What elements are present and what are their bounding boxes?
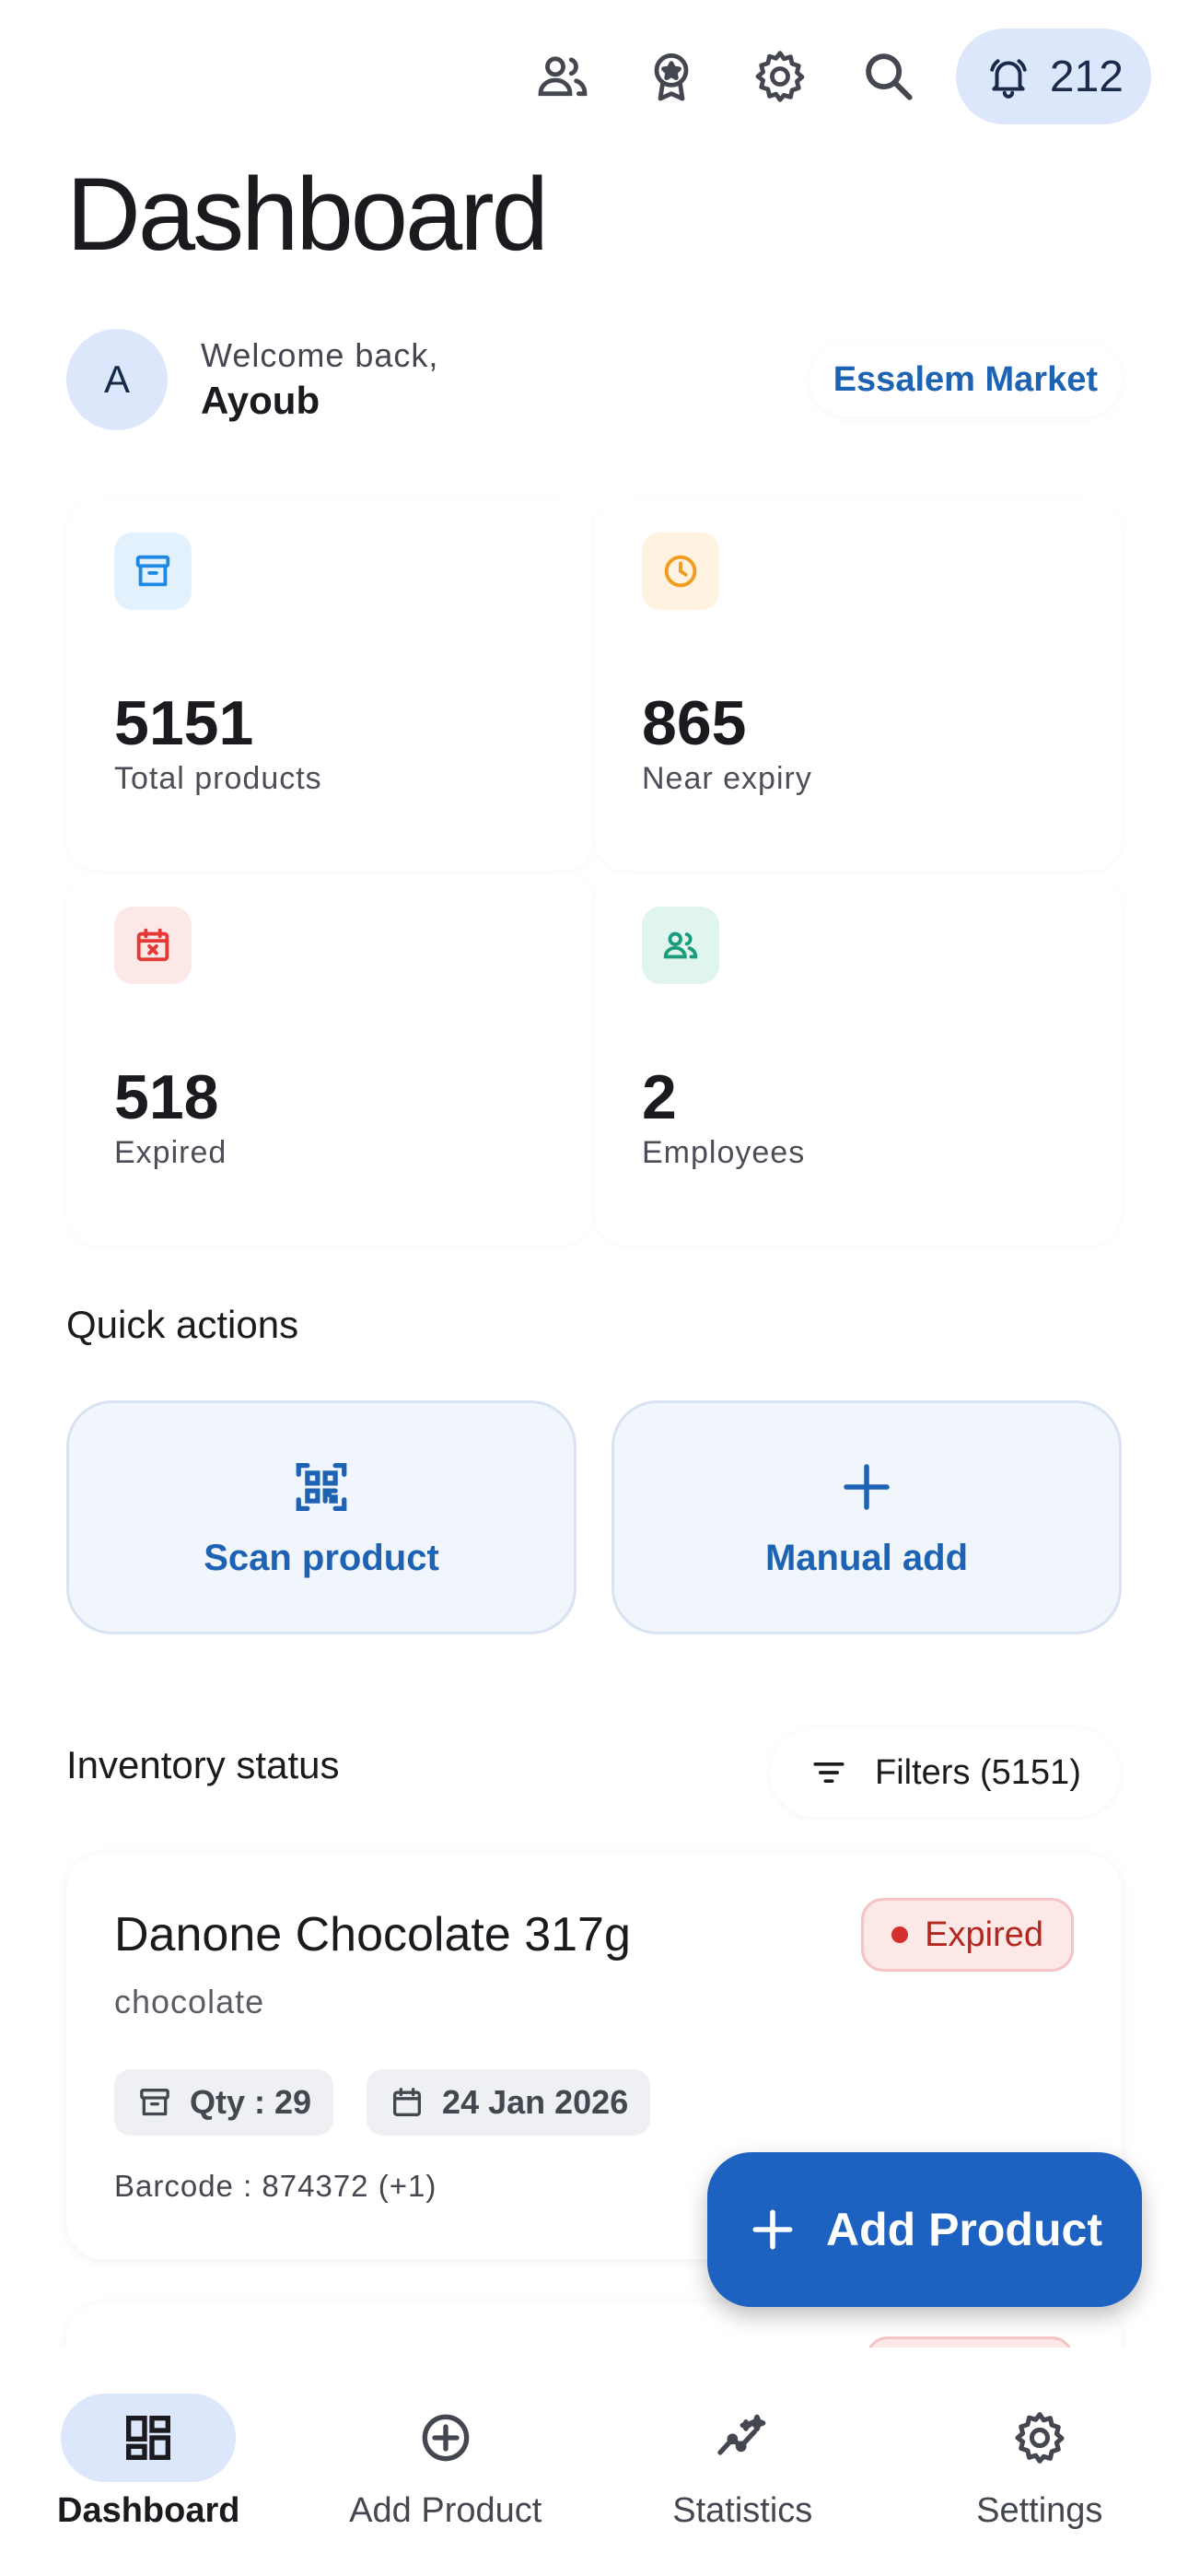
add-product-fab-label: Add Product [826,2204,1102,2255]
stat-value: 865 [642,688,747,758]
expiry-date-chip: 24 Jan 2026 [367,2069,651,2136]
stat-label: Expired [114,1135,227,1170]
quick-actions-title: Quick actions [66,1303,299,1346]
people-icon [642,907,719,984]
nav-item-settings[interactable]: Settings [891,2348,1188,2576]
scan-product-button[interactable]: Scan product [66,1400,577,1634]
stat-card-total-products[interactable]: 5151 Total products [66,498,594,872]
nav-item-statistics[interactable]: Statistics [594,2348,891,2576]
qr-scan-icon [296,1462,347,1511]
stat-label: Total products [114,761,322,796]
avatar[interactable]: A [66,329,168,430]
filters-button[interactable]: Filters (5151) [770,1728,1120,1817]
stat-value: 5151 [114,688,254,758]
stat-value: 518 [114,1062,219,1132]
plus-icon [752,2209,793,2250]
award-icon[interactable] [617,28,726,125]
settings-gear-icon [952,2394,1127,2482]
quantity-chip: Qty : 29 [114,2069,334,2136]
archive-box-icon [140,2089,169,2116]
welcome-greeting: Welcome back, [201,336,439,374]
plus-icon [844,1463,890,1510]
stat-label: Employees [642,1135,806,1170]
manual-add-label: Manual add [764,1537,969,1578]
people-icon[interactable] [508,28,617,125]
notification-count: 212 [1049,52,1124,101]
nav-label-dashboard: Dashboard [57,2491,240,2530]
inventory-status-title: Inventory status [66,1743,340,1786]
stat-card-expired[interactable]: 518 Expired [66,872,594,1246]
welcome-text: Welcome back, Ayoub [201,336,438,423]
store-selector-chip[interactable]: Essalem Market [809,343,1122,416]
dashboard-grid-icon [61,2394,237,2482]
notifications-button[interactable]: 212 [955,29,1151,124]
stat-card-employees[interactable]: 2 Employees [594,872,1122,1246]
nav-item-add-product[interactable]: Add Product [297,2348,595,2576]
status-label: Expired [925,1914,1043,1954]
filter-icon [813,1762,844,1783]
bell-icon [990,59,1027,99]
user-name: Ayoub [201,379,320,422]
quick-actions-row: Scan product Manual add [66,1400,1122,1634]
nav-label-add-product: Add Product [349,2491,542,2530]
archive-box-icon [114,533,192,610]
calendar-icon [393,2088,422,2116]
stat-label: Near expiry [642,761,812,796]
calendar-x-icon [114,907,192,984]
manual-add-button[interactable]: Manual add [611,1400,1122,1634]
statistics-sparkle-icon [655,2394,830,2482]
welcome-row: A Welcome back, Ayoub Essalem Market [66,328,1122,431]
search-icon[interactable] [834,28,943,125]
stat-value: 2 [642,1062,677,1132]
expiry-date-label: 24 Jan 2026 [442,2083,629,2121]
bottom-navigation: Dashboard Add Product Statistics Setting… [0,2348,1188,2576]
status-badge: Expired [861,1898,1074,1972]
top-bar: 212 [508,28,1151,125]
quantity-label: Qty : 29 [190,2083,312,2121]
status-dot [891,1926,909,1943]
settings-gear-icon[interactable] [726,28,834,125]
stats-grid: 5151 Total products 865 Near expiry 518 … [66,498,1122,1246]
filters-label: Filters (5151) [875,1752,1081,1792]
product-category: chocolate [114,1983,265,2020]
stat-card-near-expiry[interactable]: 865 Near expiry [594,498,1122,872]
nav-item-dashboard[interactable]: Dashboard [0,2348,297,2576]
scan-product-label: Scan product [204,1537,439,1578]
add-circle-icon [358,2394,533,2482]
clock-icon [642,533,719,610]
product-chips: Qty : 29 24 Jan 2026 [114,2069,1074,2136]
nav-label-settings: Settings [976,2491,1103,2530]
nav-label-statistics: Statistics [672,2491,813,2530]
page-title: Dashboard [66,157,549,272]
add-product-fab[interactable]: Add Product [707,2152,1142,2307]
